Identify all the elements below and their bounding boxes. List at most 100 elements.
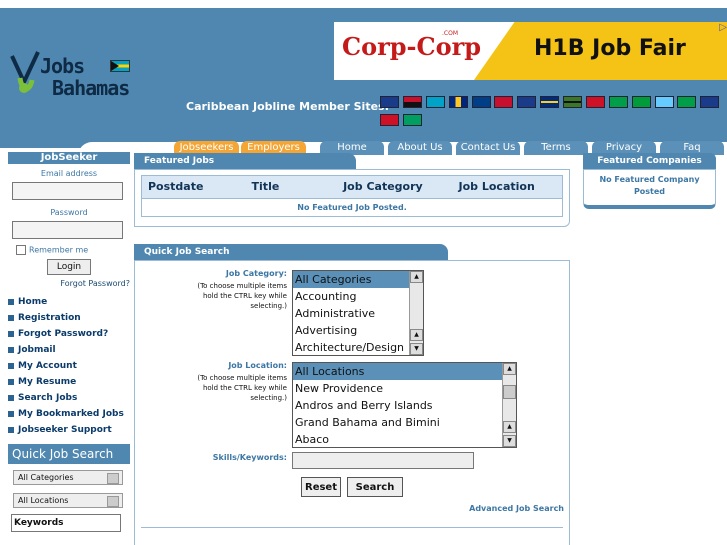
flag-dominica-icon[interactable] <box>563 96 582 108</box>
flag-st-lucia-icon[interactable] <box>654 96 674 108</box>
category-option[interactable]: Administrative <box>293 305 423 322</box>
flag-bvi-icon[interactable] <box>517 96 537 108</box>
ad-headline-panel: H1B Job Fair <box>474 22 727 80</box>
sidebar-item-forgot-password[interactable]: Forgot Password? <box>8 326 130 342</box>
location-scrollbar[interactable]: ▲ ▲ ▼ <box>502 363 516 447</box>
sidebar-item-jobseeker-support[interactable]: Jobseeker Support <box>8 422 130 438</box>
column-job-category[interactable]: Job Category <box>339 176 458 198</box>
scroll-up-arrow-icon[interactable]: ▲ <box>410 271 423 283</box>
location-option[interactable]: Grand Bahama and Bimini <box>293 414 516 431</box>
flag-trinidad-icon[interactable] <box>380 114 399 126</box>
category-option[interactable]: Architecture/Design <box>293 339 423 355</box>
bahamas-flag-icon <box>110 60 130 72</box>
logo-text-jobs: Jobs <box>40 54 85 78</box>
ad-brand: Corp-Corp <box>342 32 482 61</box>
featured-jobs-table: Postdate Title Job Category Job Location… <box>141 175 563 217</box>
location-label: Job Location: <box>228 361 287 370</box>
featured-jobs-empty: No Featured Job Posted. <box>142 198 562 216</box>
flag-st-kitts-icon[interactable] <box>677 96 697 108</box>
skills-label: Skills/Keywords: <box>212 453 287 462</box>
member-flags <box>380 96 727 132</box>
sidebar-quick-search-title: Quick Job Search <box>8 444 130 464</box>
scroll-up-arrow-icon[interactable]: ▲ <box>503 421 516 433</box>
remember-me-checkbox[interactable] <box>16 245 26 255</box>
column-title[interactable]: Title <box>242 176 340 198</box>
email-label: Email address <box>40 169 98 178</box>
flag-antigua-icon[interactable] <box>402 96 422 108</box>
site-header: Jobs Bahamas Corp-Corp .COM H1B Job Fair… <box>0 8 727 156</box>
sidebar-item-registration[interactable]: Registration <box>8 310 130 326</box>
advanced-search-link[interactable]: Advanced Job Search <box>469 504 564 513</box>
featured-companies-empty: No Featured Company Posted <box>599 175 700 196</box>
category-scrollbar[interactable]: ▲ ▲ ▼ <box>409 271 423 355</box>
search-button[interactable]: Search <box>347 477 403 497</box>
divider <box>141 527 563 528</box>
sidebar-item-bookmarked-jobs[interactable]: My Bookmarked Jobs <box>8 406 130 422</box>
forgot-password-link[interactable]: Forgot Password? <box>8 279 130 288</box>
flag-aruba-icon[interactable] <box>425 96 445 108</box>
ad-brand-suffix: .COM <box>442 30 458 37</box>
logo-figure-icon <box>10 51 40 93</box>
quick-search-panel: Job Category: (To choose multiple items … <box>134 260 570 545</box>
sidebar-item-my-account[interactable]: My Account <box>8 358 130 374</box>
location-listbox[interactable]: All Locations New Providence Andros and … <box>292 362 517 448</box>
sidebar-menu: Home Registration Forgot Password? Jobma… <box>8 294 130 438</box>
category-note: (To choose multiple items hold the CTRL … <box>197 282 287 310</box>
tab-terms[interactable]: Terms <box>524 141 588 155</box>
location-option[interactable]: All Locations <box>293 363 516 380</box>
skills-input[interactable] <box>292 452 474 469</box>
sidebar-item-search-jobs[interactable]: Search Jobs <box>8 390 130 406</box>
sidebar-item-home[interactable]: Home <box>8 294 130 310</box>
location-option[interactable]: Andros and Berry Islands <box>293 397 516 414</box>
flag-guyana-icon[interactable] <box>608 96 628 108</box>
sidebar-location-select[interactable]: All Locations <box>13 493 123 508</box>
remember-me[interactable]: Remember me <box>16 245 130 255</box>
ad-headline: H1B Job Fair <box>534 36 686 61</box>
flag-barbados-icon[interactable] <box>448 96 468 108</box>
flag-jamaica-icon[interactable] <box>631 96 651 108</box>
featured-jobs-title: Featured Jobs <box>134 153 356 169</box>
sidebar-item-jobmail[interactable]: Jobmail <box>8 342 130 358</box>
scroll-down-arrow-icon[interactable]: ▼ <box>503 435 516 447</box>
column-job-location[interactable]: Job Location <box>459 176 562 198</box>
scroll-up-arrow-icon[interactable]: ▲ <box>410 329 423 341</box>
category-option[interactable]: All Categories <box>293 271 423 288</box>
category-label: Job Category: <box>225 269 287 278</box>
top-strip <box>0 0 727 8</box>
jobseeker-sidebar: JobSeeker Email address Password Remembe… <box>8 152 130 532</box>
category-option[interactable]: Accounting <box>293 288 423 305</box>
logo-text-bahamas: Bahamas <box>52 76 130 100</box>
flag-belize-icon[interactable] <box>471 96 491 108</box>
column-postdate[interactable]: Postdate <box>142 176 242 198</box>
featured-companies-panel: No Featured Company Posted <box>583 169 716 209</box>
tab-contact-us[interactable]: Contact Us <box>456 141 520 155</box>
flag-cayman-icon[interactable] <box>700 96 720 108</box>
flag-curacao-icon[interactable] <box>540 96 560 108</box>
ad-choices-icon[interactable]: ▷ <box>719 22 727 33</box>
scroll-thumb[interactable] <box>503 385 516 399</box>
location-option[interactable]: New Providence <box>293 380 516 397</box>
scroll-down-arrow-icon[interactable]: ▼ <box>410 343 423 355</box>
flag-st-vincent-icon[interactable] <box>402 114 422 126</box>
reset-button[interactable]: Reset <box>301 477 341 497</box>
site-logo[interactable]: Jobs Bahamas <box>8 48 168 108</box>
flag-bermuda-icon[interactable] <box>494 96 514 108</box>
flag-anguilla-icon[interactable] <box>380 96 399 108</box>
category-listbox[interactable]: All Categories Accounting Administrative… <box>292 270 424 356</box>
sidebar-category-select[interactable]: All Categories <box>13 470 123 485</box>
featured-jobs-panel: Postdate Title Job Category Job Location… <box>134 169 570 227</box>
tab-about-us[interactable]: About Us <box>388 141 452 155</box>
sidebar-title: JobSeeker <box>8 152 130 164</box>
email-field[interactable] <box>12 182 123 200</box>
password-label: Password <box>50 208 88 217</box>
sidebar-item-my-resume[interactable]: My Resume <box>8 374 130 390</box>
location-option[interactable]: Abaco <box>293 431 516 447</box>
scroll-up-arrow-icon[interactable]: ▲ <box>503 363 516 375</box>
table-header: Postdate Title Job Category Job Location <box>142 176 562 198</box>
sidebar-keywords-field[interactable]: Keywords <box>11 514 121 532</box>
password-field[interactable] <box>12 221 123 239</box>
category-option[interactable]: Advertising <box>293 322 423 339</box>
login-button[interactable]: Login <box>47 259 91 275</box>
banner-ad[interactable]: Corp-Corp .COM H1B Job Fair ▷ <box>334 22 727 80</box>
flag-grenada-icon[interactable] <box>585 96 605 108</box>
